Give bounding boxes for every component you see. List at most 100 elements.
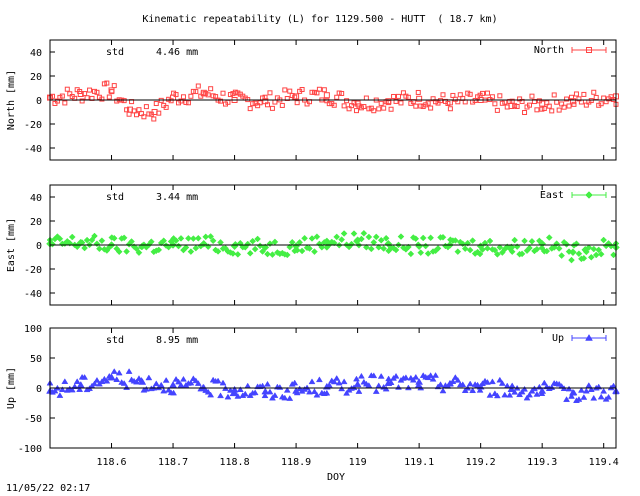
- north-cloud-point: [124, 107, 130, 113]
- up-cloud-point: [412, 373, 420, 380]
- up-cloud-point: [353, 375, 360, 382]
- east-cloud-point: [98, 237, 106, 245]
- north-cloud-point: [220, 90, 226, 96]
- x-tick-label: 119.4: [589, 457, 619, 468]
- east-cloud-point: [528, 237, 536, 245]
- north-cloud-point: [153, 101, 159, 107]
- east-cloud-point: [340, 230, 348, 237]
- north-cloud-point: [269, 105, 275, 111]
- up-data-point: [230, 385, 239, 393]
- north-ytick-label: 0: [36, 96, 42, 107]
- up-cloud-point: [115, 369, 123, 376]
- up-cloud-point: [432, 372, 440, 378]
- east-cloud-point: [338, 236, 346, 243]
- up-cloud-point: [236, 386, 244, 392]
- north-cloud-point: [341, 103, 347, 109]
- up-cloud-point: [404, 384, 412, 391]
- east-std-value: 3.44 mm: [156, 192, 198, 203]
- up-data-point: [353, 380, 362, 388]
- x-tick-label: 119.2: [466, 457, 496, 468]
- north-cloud-point: [591, 89, 597, 95]
- east-cloud-point: [68, 233, 76, 241]
- north-cloud-point: [106, 94, 112, 100]
- up-cloud-point: [563, 396, 571, 402]
- east-cloud-point: [372, 233, 380, 241]
- up-cloud-point: [377, 372, 385, 379]
- east-cloud-point: [264, 250, 271, 258]
- east-cloud-point: [187, 248, 195, 255]
- east-cloud-point: [419, 234, 427, 242]
- north-ytick-label: 20: [30, 72, 42, 83]
- up-ytick-label: -100: [18, 444, 42, 455]
- east-ytick-label: 0: [36, 241, 42, 252]
- north-cloud-point: [378, 100, 384, 106]
- north-cloud-point: [279, 102, 285, 108]
- east-cloud-point: [360, 229, 368, 237]
- north-ytick-label: -20: [24, 120, 42, 131]
- north-cloud-point: [84, 95, 90, 101]
- north-cloud-point: [208, 86, 214, 92]
- north-data-point: [323, 92, 330, 99]
- north-cloud-point: [492, 101, 498, 107]
- north-cloud-point: [391, 93, 397, 99]
- north-cloud-point: [395, 93, 401, 99]
- x-tick-label: 119.1: [404, 457, 434, 468]
- north-cloud-point: [381, 105, 387, 111]
- north-data-point: [416, 95, 423, 102]
- east-cloud-point: [417, 249, 425, 256]
- north-cloud-point: [522, 110, 528, 116]
- north-cloud-point: [151, 116, 157, 122]
- up-cloud-point: [582, 387, 590, 394]
- up-std-value: 8.95 mm: [156, 335, 198, 346]
- footer-timestamp: 11/05/22 02:17: [6, 483, 91, 494]
- north-cloud-point: [87, 87, 93, 93]
- north-cloud-point: [247, 106, 253, 112]
- up-cloud-point: [521, 385, 528, 392]
- up-cloud-point: [217, 392, 224, 399]
- north-cloud-point: [111, 83, 117, 89]
- north-cloud-point: [321, 87, 327, 93]
- east-cloud-point: [511, 236, 519, 244]
- up-cloud-point: [333, 374, 341, 381]
- north-cloud-point: [440, 92, 446, 98]
- east-ytick-label: 40: [30, 193, 42, 204]
- up-cloud-point: [565, 385, 573, 392]
- north-cloud-point: [294, 100, 300, 106]
- north-cloud-point: [549, 108, 555, 114]
- east-cloud-point: [365, 233, 373, 241]
- up-cloud-point: [264, 380, 271, 387]
- north-cloud-point: [494, 107, 500, 113]
- north-cloud-point: [353, 108, 359, 114]
- north-cloud-point: [180, 94, 186, 100]
- north-std-value: 4.46 mm: [156, 47, 198, 58]
- up-cloud-point: [466, 380, 474, 387]
- up-ytick-label: 50: [30, 354, 42, 365]
- up-cloud-point: [157, 381, 165, 388]
- up-cloud-point: [580, 394, 588, 400]
- east-ytick-label: -20: [24, 265, 42, 276]
- up-cloud-point: [340, 378, 348, 385]
- up-cloud-point: [224, 393, 232, 400]
- east-cloud-point: [123, 248, 130, 255]
- east-cloud-point: [301, 234, 308, 242]
- east-legend-label: East: [540, 190, 564, 201]
- up-cloud-point: [286, 395, 294, 401]
- east-cloud-point: [484, 244, 491, 252]
- up-data-point: [169, 381, 177, 388]
- north-cloud-point: [267, 90, 273, 96]
- north-cloud-point: [398, 100, 404, 106]
- up-cloud-point: [486, 391, 494, 398]
- x-tick-label: 118.6: [96, 457, 126, 468]
- north-cloud-point: [573, 91, 579, 97]
- north-cloud-point: [428, 105, 434, 111]
- north-cloud-point: [287, 88, 293, 94]
- north-cloud-point: [272, 99, 278, 105]
- north-cloud-point: [143, 104, 149, 110]
- east-cloud-point: [575, 250, 583, 258]
- north-cloud-point: [126, 111, 132, 117]
- east-ytick-label: 20: [30, 217, 42, 228]
- north-data-point: [539, 100, 546, 107]
- north-cloud-point: [556, 107, 562, 113]
- up-cloud-point: [180, 375, 187, 382]
- up-std-label: std: [106, 335, 124, 346]
